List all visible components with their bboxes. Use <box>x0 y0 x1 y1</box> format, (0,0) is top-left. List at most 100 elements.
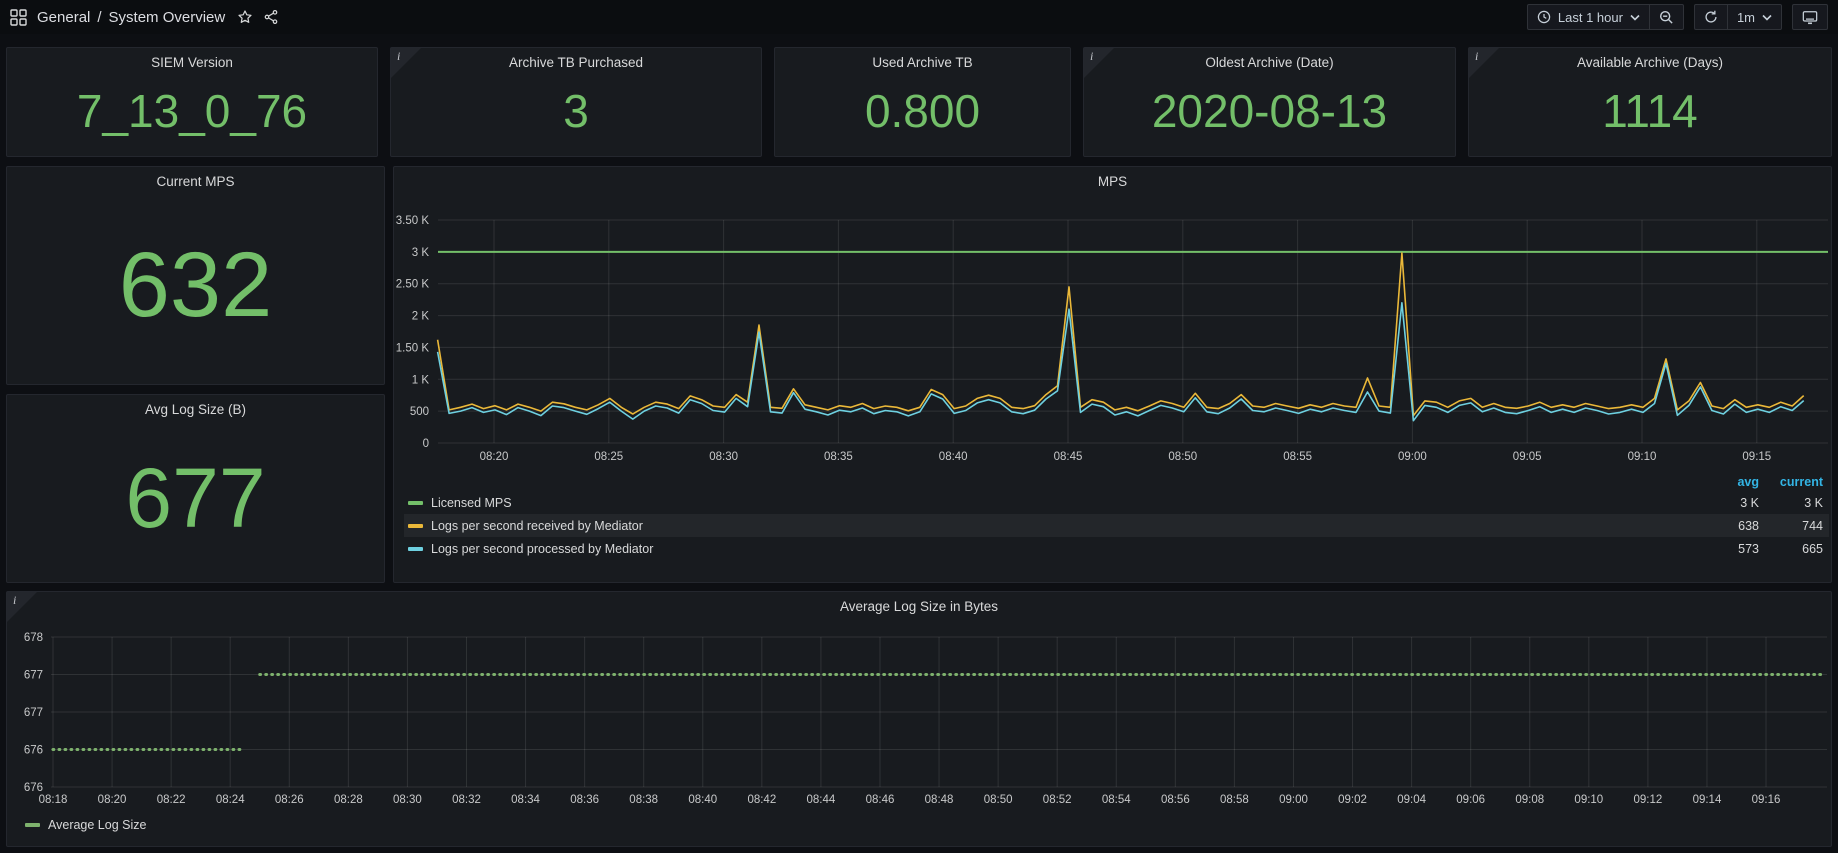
refresh-interval-label: 1m <box>1737 10 1755 25</box>
refresh-icon <box>1704 10 1718 24</box>
series-swatch[interactable] <box>25 823 40 827</box>
series-label[interactable]: Logs per second received by Mediator <box>431 519 643 533</box>
svg-text:09:00: 09:00 <box>1398 451 1427 463</box>
svg-text:09:04: 09:04 <box>1397 794 1426 806</box>
svg-text:08:55: 08:55 <box>1283 451 1312 463</box>
svg-text:08:30: 08:30 <box>709 451 738 463</box>
svg-text:2.50 K: 2.50 K <box>396 279 430 291</box>
svg-text:678: 678 <box>24 632 43 644</box>
info-icon: i <box>1475 49 1478 64</box>
svg-text:09:15: 09:15 <box>1742 451 1771 463</box>
series-swatch[interactable] <box>408 547 423 551</box>
panel-title[interactable]: Oldest Archive (Date) <box>1084 48 1455 70</box>
share-icon[interactable] <box>263 9 279 25</box>
clock-icon <box>1537 10 1551 24</box>
legend-row-processed: Logs per second processed by Mediator 57… <box>404 537 1829 560</box>
svg-text:08:30: 08:30 <box>393 794 422 806</box>
stat-value: 677 <box>125 456 265 540</box>
star-icon[interactable] <box>237 9 253 25</box>
svg-text:09:00: 09:00 <box>1279 794 1308 806</box>
panel-used-archive-tb: Used Archive TB 0.800 <box>774 47 1071 157</box>
panel-title[interactable]: Used Archive TB <box>775 48 1070 70</box>
svg-text:08:38: 08:38 <box>629 794 658 806</box>
info-icon: i <box>397 49 400 64</box>
panel-title[interactable]: SIEM Version <box>7 48 377 70</box>
zoom-out-button[interactable] <box>1649 4 1684 30</box>
legend-header: avg current <box>404 473 1829 491</box>
dashboards-grid-icon[interactable] <box>10 9 27 26</box>
svg-text:1 K: 1 K <box>412 374 430 386</box>
series-swatch[interactable] <box>408 501 423 505</box>
svg-text:08:20: 08:20 <box>98 794 127 806</box>
panel-title[interactable]: Avg Log Size (B) <box>7 395 384 417</box>
svg-text:09:05: 09:05 <box>1513 451 1542 463</box>
svg-text:08:40: 08:40 <box>688 794 717 806</box>
series-current-value: 665 <box>1759 542 1823 556</box>
time-picker-group: Last 1 hour <box>1527 4 1684 30</box>
breadcrumb-folder[interactable]: General <box>37 9 90 26</box>
svg-text:677: 677 <box>24 707 43 719</box>
legend-row-licensed-mps: Licensed MPS 3 K 3 K <box>404 491 1829 514</box>
svg-text:08:56: 08:56 <box>1161 794 1190 806</box>
stat-value: 3 <box>563 88 589 134</box>
chevron-down-icon <box>1762 14 1772 21</box>
breadcrumb-separator: / <box>97 9 101 26</box>
svg-text:08:52: 08:52 <box>1043 794 1072 806</box>
svg-text:08:20: 08:20 <box>480 451 509 463</box>
svg-text:08:44: 08:44 <box>807 794 836 806</box>
svg-text:08:25: 08:25 <box>594 451 623 463</box>
svg-text:09:08: 09:08 <box>1515 794 1544 806</box>
svg-text:676: 676 <box>24 745 43 757</box>
svg-text:1.50 K: 1.50 K <box>396 342 430 354</box>
series-current-value: 744 <box>1759 519 1823 533</box>
svg-text:3 K: 3 K <box>412 247 430 259</box>
breadcrumb-dashboard-title[interactable]: System Overview <box>109 9 226 26</box>
panel-siem-version: SIEM Version 7_13_0_76 <box>6 47 378 157</box>
refresh-interval-picker[interactable]: 1m <box>1727 4 1782 30</box>
svg-text:09:16: 09:16 <box>1752 794 1781 806</box>
svg-text:08:50: 08:50 <box>1168 451 1197 463</box>
svg-text:09:06: 09:06 <box>1456 794 1485 806</box>
series-label[interactable]: Logs per second processed by Mediator <box>431 542 653 556</box>
svg-text:08:58: 08:58 <box>1220 794 1249 806</box>
time-range-picker[interactable]: Last 1 hour <box>1527 4 1650 30</box>
avg-log-size-plot[interactable]: 67867767767667608:1808:2008:2208:2408:26… <box>7 592 1831 846</box>
series-avg-value: 3 K <box>1689 496 1759 510</box>
stat-value: 632 <box>119 239 273 331</box>
legend-column-avg[interactable]: avg <box>1689 475 1759 489</box>
panel-average-log-size-chart: i Average Log Size in Bytes 678677677676… <box>6 591 1832 847</box>
time-range-label: Last 1 hour <box>1558 10 1623 25</box>
svg-text:08:18: 08:18 <box>39 794 68 806</box>
panel-title[interactable]: Archive TB Purchased <box>391 48 761 70</box>
panel-title[interactable]: Current MPS <box>7 167 384 189</box>
stat-value: 0.800 <box>865 88 980 134</box>
mps-legend: avg current Licensed MPS 3 K 3 K Logs pe… <box>404 473 1829 560</box>
svg-text:09:14: 09:14 <box>1693 794 1722 806</box>
svg-text:08:26: 08:26 <box>275 794 304 806</box>
legend-column-current[interactable]: current <box>1759 475 1823 489</box>
breadcrumb: General / System Overview <box>37 9 225 26</box>
svg-text:677: 677 <box>24 670 43 682</box>
series-label[interactable]: Licensed MPS <box>431 496 512 510</box>
svg-text:08:32: 08:32 <box>452 794 481 806</box>
series-label[interactable]: Average Log Size <box>48 818 146 832</box>
kiosk-mode-button[interactable] <box>1792 4 1828 30</box>
series-swatch[interactable] <box>408 524 423 528</box>
panel-current-mps: Current MPS 632 <box>6 166 385 385</box>
chevron-down-icon <box>1630 14 1640 21</box>
svg-text:08:40: 08:40 <box>939 451 968 463</box>
svg-text:08:36: 08:36 <box>570 794 599 806</box>
refresh-button[interactable] <box>1694 4 1728 30</box>
svg-text:08:22: 08:22 <box>157 794 186 806</box>
zoom-out-icon <box>1659 10 1674 25</box>
panel-title[interactable]: Available Archive (Days) <box>1469 48 1831 70</box>
refresh-group: 1m <box>1694 4 1782 30</box>
series-avg-value: 638 <box>1689 519 1759 533</box>
svg-text:09:10: 09:10 <box>1628 451 1657 463</box>
svg-text:3.50 K: 3.50 K <box>396 215 430 227</box>
svg-text:08:28: 08:28 <box>334 794 363 806</box>
svg-text:09:10: 09:10 <box>1574 794 1603 806</box>
series-current-value: 3 K <box>1759 496 1823 510</box>
svg-text:676: 676 <box>24 782 43 794</box>
legend-row-received: Logs per second received by Mediator 638… <box>404 514 1829 537</box>
